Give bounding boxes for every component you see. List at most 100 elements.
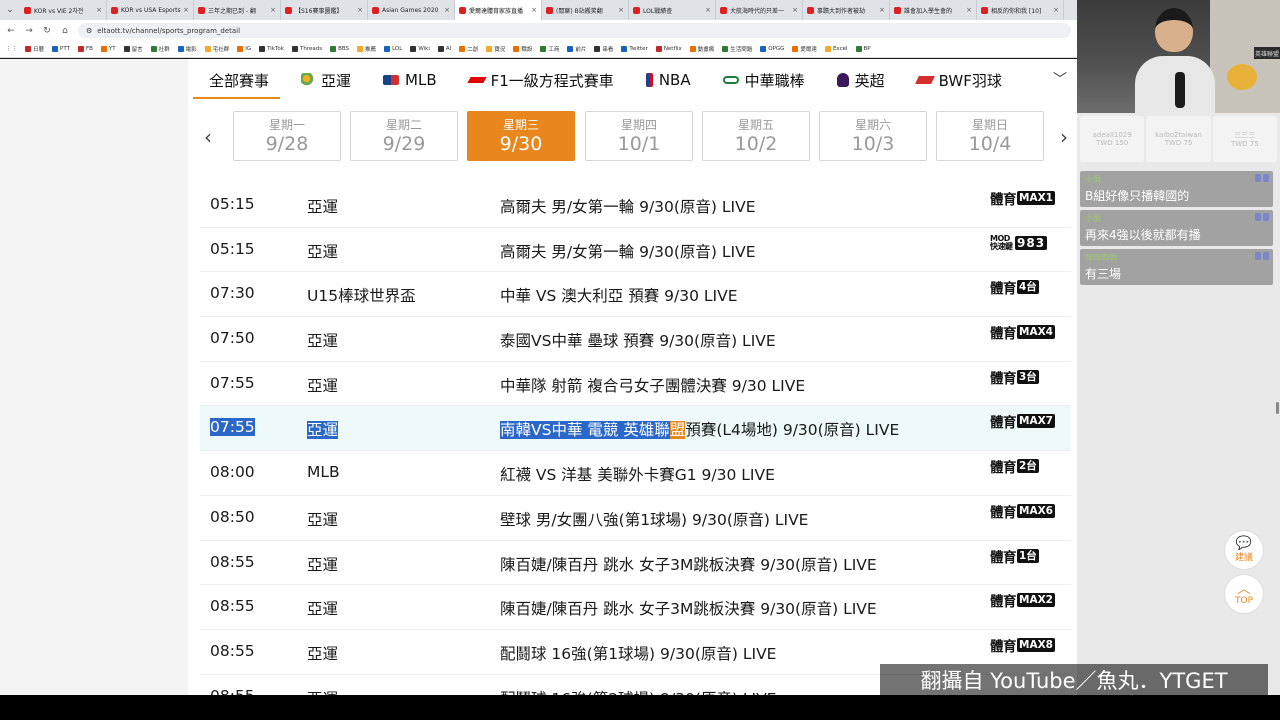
tab-close-icon[interactable]: × [792,6,798,14]
bookmark-item[interactable]: 職設 [513,45,532,53]
donation-ranking: adeall1029 TWD 150 kaibo2taiwan TWD 75 三三三 TW… [1077,113,1280,165]
browser-tab[interactable]: 愛爾達體育家族直播 × [455,0,542,20]
bookmark-item[interactable]: Threads [291,46,322,52]
browser-tab[interactable]: 三年之期已到 - 翻 × [194,0,281,20]
bookmark-item[interactable]: TikTok [259,46,284,52]
category-tab[interactable]: MLB [367,59,453,101]
bookmark-item[interactable]: BBS [330,46,349,52]
bookmark-item[interactable]: BP [855,46,871,52]
category-tab[interactable]: 英超 [821,59,901,101]
day-tab[interactable]: 星期六 10/3 [819,111,927,161]
bookmark-item[interactable]: Excel [824,46,848,52]
tab-close-icon[interactable]: × [618,6,624,14]
browser-tab[interactable]: (閒聊) B站搬笑翻 × [542,0,629,20]
channel-logo-brand: 體育 [990,192,1017,208]
tab-favicon-icon [285,6,292,14]
apps-grid-icon[interactable]: ⋮⋮ [6,46,17,52]
bookmark-item[interactable]: 推薦 [357,45,376,53]
schedule-row[interactable]: 08:55 亞運 陳百婕/陳百丹 跳水 女子3M跳板決賽 9/30(原音) LIVE… [200,585,1071,630]
tab-close-icon[interactable]: × [183,6,189,14]
day-tab[interactable]: 星期三 9/30 [467,111,575,161]
browser-tab[interactable]: 【S16賽事圖鑑】 × [281,0,368,20]
tab-close-icon[interactable]: × [357,6,363,14]
bookmark-item[interactable]: 生活問題 [722,45,752,53]
tab-close-icon[interactable]: × [1053,6,1059,14]
day-tab[interactable]: 星期一 9/28 [233,111,341,161]
schedule-row[interactable]: 08:55 亞運 陳百婕/陳百丹 跳水 女子3M跳板決賽 9/30(原音) LIVE… [200,541,1071,586]
browser-tab[interactable]: KOR vs USA Esports × [107,0,194,20]
bookmark-item[interactable]: 愛爾達 [792,45,817,53]
next-week-icon[interactable]: › [1057,125,1071,149]
bookmark-item[interactable]: FB [77,46,93,52]
back-to-top-button[interactable]: ︿ TOP [1224,574,1264,614]
bookmark-item[interactable]: 宅社群 [204,45,229,53]
browser-tab[interactable]: KOR vs VIE 2차전 × [20,0,107,20]
schedule-row[interactable]: 08:50 亞運 壁球 男/女團八強(第1球場) 9/30(原音) LIVE 體育 MA… [200,496,1071,541]
browser-tab[interactable]: 大航海時代的只差一 × [716,0,803,20]
category-tab[interactable]: 全部賽事 [188,59,285,101]
scrollbar-thumb[interactable] [1276,402,1279,414]
tab-close-icon[interactable]: × [879,6,885,14]
bookmark-item[interactable]: Twitter [621,46,648,52]
day-tab[interactable]: 星期四 10/1 [585,111,693,161]
bookmark-item[interactable]: 動畫瘋 [689,45,714,53]
bookmark-item[interactable]: Wiki [410,46,430,52]
bookmark-item[interactable]: YT [100,46,116,52]
tab-close-icon[interactable]: × [966,6,972,14]
tab-close-icon[interactable]: × [705,6,711,14]
category-tab[interactable]: F1一級方程式賽車 [453,59,630,101]
bookmark-item[interactable]: AI [437,46,451,52]
bookmark-item[interactable]: 工商 [540,45,559,53]
bookmark-item[interactable]: 社群 [150,45,170,53]
tab-close-icon[interactable]: × [444,6,450,14]
schedule-row[interactable]: 07:55 亞運 中華隊 射箭 複合弓女子團體決賽 9/30 LIVE 體育 3台 [200,362,1071,407]
schedule-row[interactable]: 07:50 亞運 泰國VS中華 壘球 預賽 9/30(原音) LIVE 體育 MAX4 [200,317,1071,362]
bookmark-item[interactable]: 日曆 [25,45,44,53]
day-tab[interactable]: 星期五 10/2 [702,111,810,161]
donor-amount: TWD 150 [1096,139,1129,147]
schedule-row[interactable]: 08:00 MLB 紅襪 VS 洋基 美聯外卡賽G1 9/30 LIVE 體育 2台 [200,451,1071,496]
tab-title: Asian Games 2020 [382,6,439,14]
category-tabs: 全部賽事 亞運 MLB F1一級方程式賽車 NBA 中華職棒 英超 BWF羽球 [188,59,1077,101]
bookmark-item[interactable]: OPGG [760,46,784,52]
bookmark-item[interactable]: IG [237,46,251,52]
bookmark-item[interactable]: 前片 [567,45,586,53]
feedback-button[interactable]: 💬 建議 [1224,530,1264,570]
forward-icon[interactable]: → [24,26,34,36]
day-tab[interactable]: 星期日 10/4 [936,111,1044,161]
schedule-row[interactable]: 07:30 U15棒球世界盃 中華 VS 澳大利亞 預賽 9/30 LIVE 體育 4台 [200,272,1071,318]
url-field[interactable]: ⚙ eltaott.tv/channel/sports_program_deta… [78,23,1071,38]
category-tab[interactable]: BWF羽球 [901,59,1018,101]
browser-tab[interactable]: 相反的你和我 [10] × [977,0,1064,20]
bookmark-item[interactable]: LOL [384,46,402,52]
browser-tab[interactable]: 誰會加入學生會的 × [890,0,977,20]
day-tab[interactable]: 星期二 9/29 [350,111,458,161]
bookmark-item[interactable]: 電影 [177,45,197,53]
tab-close-icon[interactable]: × [96,6,102,14]
schedule-row[interactable]: 05:15 亞運 高爾夫 男/女第一輪 9/30(原音) LIVE 體育 MAX1 [200,183,1071,228]
bookmark-item[interactable]: 串看 [594,45,613,53]
home-icon[interactable]: ⌂ [60,26,70,36]
browser-tab[interactable]: 事蹟大到作者被劫 × [803,0,890,20]
bookmark-item[interactable]: PTT [52,46,70,52]
chevron-down-icon[interactable]: ﹀ [1053,69,1067,89]
tab-close-icon[interactable]: × [270,6,276,14]
category-tab[interactable]: NBA [630,59,707,101]
bookmark-item[interactable]: Netflix [655,46,682,52]
reload-icon[interactable]: ↻ [42,26,52,36]
bookmark-item[interactable]: 寶況 [486,45,505,53]
bookmark-item[interactable]: 留言 [123,45,143,53]
browser-tab[interactable]: Asian Games 2020 × [368,0,455,20]
site-info-icon[interactable]: ⚙ [86,27,92,35]
back-icon[interactable]: ← [6,26,16,36]
browser-tab[interactable]: LOL戰績查 × [629,0,716,20]
schedule-row[interactable]: 07:55 亞運 南韓VS中華 電競 英雄聯盟預賽(L4場地) 9/30(原音) L… [200,406,1071,452]
schedule-row[interactable]: 05:15 亞運 高爾夫 男/女第一輪 9/30(原音) LIVE MOD 快速鍵 98… [200,228,1071,273]
prev-week-icon[interactable]: ‹ [201,125,215,149]
bookmark-item[interactable]: 二創 [459,45,478,53]
tab-search-icon[interactable]: ⌄ [0,0,20,20]
category-tab[interactable]: 中華職棒 [707,59,821,101]
channel-logo-brand: 體育 [990,549,1017,566]
tab-close-icon[interactable]: × [531,6,537,14]
category-tab[interactable]: 亞運 [285,59,367,101]
